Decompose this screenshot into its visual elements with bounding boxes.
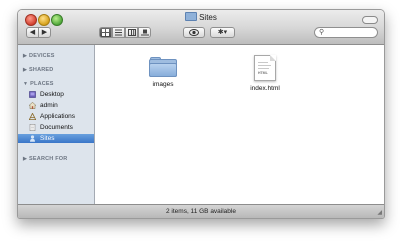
folder-icon xyxy=(185,12,198,21)
file-type-badge: HTML xyxy=(258,71,268,75)
sidebar-item-label: Desktop xyxy=(40,91,64,98)
sidebar-item-sites[interactable]: Sites xyxy=(18,134,94,143)
finder-window: Sites ◀ ▶ ✱▾ ⚲ ▶ DEVICES ▶ SHARED ▼ PLAC… xyxy=(17,9,385,219)
documents-icon xyxy=(29,124,36,131)
window-title: Sites xyxy=(18,12,384,22)
coverflow-view-icon xyxy=(140,29,149,36)
coverflow-view-button[interactable] xyxy=(138,27,151,38)
file-name: images xyxy=(152,81,174,88)
section-label: SEARCH FOR xyxy=(29,156,68,162)
disclosure-triangle-icon: ▶ xyxy=(23,53,28,59)
disclosure-triangle-icon: ▶ xyxy=(23,156,28,162)
quick-look-button[interactable] xyxy=(183,27,205,38)
icon-view-icon xyxy=(102,29,109,36)
status-bar: 2 items, 11 GB available ◢ xyxy=(18,204,384,218)
sidebar-item-applications[interactable]: Applications xyxy=(18,112,94,121)
home-icon xyxy=(29,102,36,109)
file-item[interactable]: images xyxy=(133,57,193,88)
gear-icon: ✱▾ xyxy=(217,29,228,36)
section-label: SHARED xyxy=(29,67,54,73)
search-field[interactable]: ⚲ xyxy=(314,27,378,38)
column-view-button[interactable] xyxy=(125,27,138,38)
section-label: DEVICES xyxy=(29,53,55,59)
sidebar-item-label: Sites xyxy=(40,135,55,142)
toolbar-toggle-button[interactable] xyxy=(362,16,378,24)
sidebar-section-devices[interactable]: ▶ DEVICES xyxy=(23,53,55,59)
file-item[interactable]: HTML index.html xyxy=(235,55,295,92)
sidebar-item-label: Documents xyxy=(40,124,73,131)
list-view-button[interactable] xyxy=(112,27,125,38)
disclosure-triangle-icon: ▶ xyxy=(23,67,28,73)
html-document-icon: HTML xyxy=(254,55,276,81)
applications-icon xyxy=(29,113,36,120)
sidebar-item-desktop[interactable]: Desktop xyxy=(18,90,94,99)
sidebar-item-documents[interactable]: Documents xyxy=(18,123,94,132)
resize-grip-icon[interactable]: ◢ xyxy=(377,209,382,217)
column-view-icon xyxy=(127,29,136,36)
forward-arrow-icon: ▶ xyxy=(41,29,48,36)
sidebar-item-label: Applications xyxy=(40,113,76,120)
back-arrow-icon: ◀ xyxy=(29,29,36,36)
sidebar-item-label: admin xyxy=(40,102,58,109)
folder-icon xyxy=(149,57,177,77)
sidebar-section-places[interactable]: ▼ PLACES xyxy=(23,81,54,87)
search-icon: ⚲ xyxy=(319,29,325,36)
file-name: index.html xyxy=(250,85,280,92)
desktop-icon xyxy=(29,91,36,98)
icon-view-button[interactable] xyxy=(99,27,112,38)
sidebar-section-shared[interactable]: ▶ SHARED xyxy=(23,67,53,73)
title-bar[interactable]: Sites ◀ ▶ ✱▾ ⚲ xyxy=(18,10,384,45)
eye-icon xyxy=(189,29,199,36)
sidebar-section-search-for[interactable]: ▶ SEARCH FOR xyxy=(23,156,67,162)
sidebar-item-admin[interactable]: admin xyxy=(18,101,94,110)
forward-button[interactable]: ▶ xyxy=(38,27,51,38)
status-text: 2 items, 11 GB available xyxy=(166,208,236,215)
disclosure-triangle-icon: ▼ xyxy=(23,81,29,87)
file-browser: images HTML index.html xyxy=(95,45,384,204)
list-view-icon xyxy=(115,29,122,36)
section-label: PLACES xyxy=(30,81,54,87)
sidebar: ▶ DEVICES ▶ SHARED ▼ PLACES Desktop admin A… xyxy=(18,45,95,204)
window-title-text: Sites xyxy=(199,13,217,22)
action-button[interactable]: ✱▾ xyxy=(210,27,235,38)
sites-icon xyxy=(30,135,35,142)
